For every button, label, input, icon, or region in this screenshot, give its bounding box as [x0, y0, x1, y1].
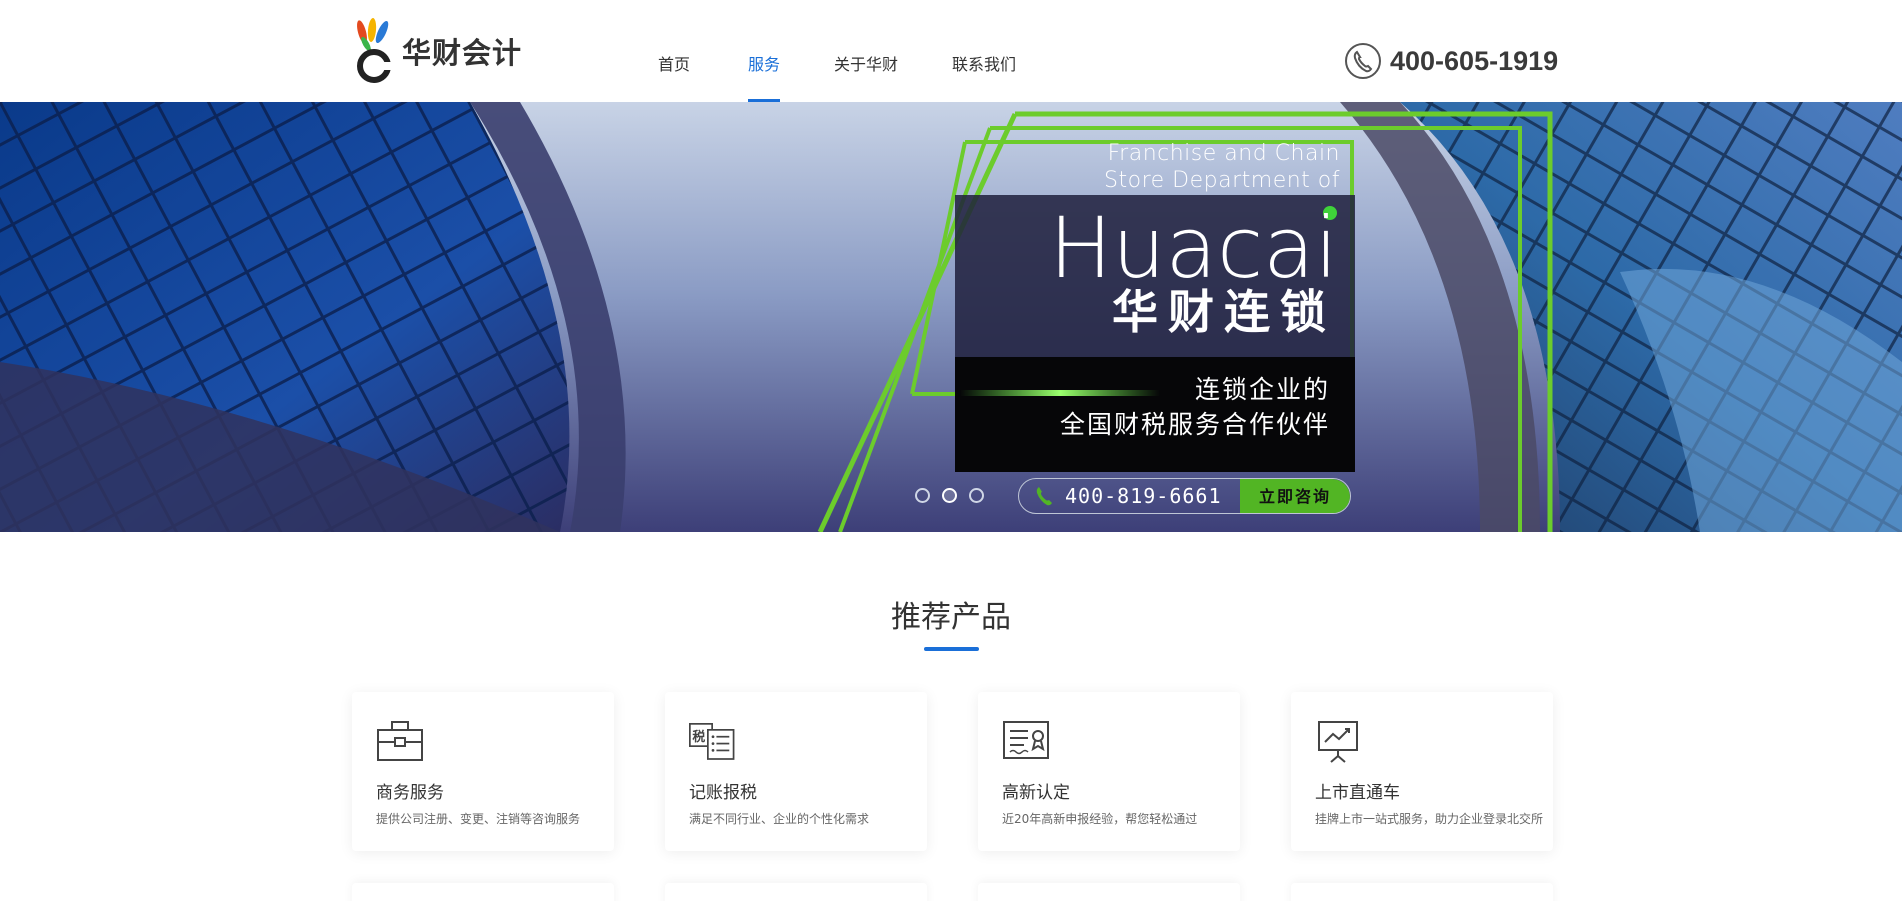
main-nav: 首页 服务 关于华财 联系我们 — [640, 0, 1034, 102]
product-card-high-tech[interactable]: 高新认定 近20年高新申报经验，帮您轻松通过 — [978, 692, 1240, 851]
briefcase-icon — [377, 721, 423, 761]
banner-franchise-line2: Store Department of — [1104, 168, 1340, 193]
product-card-row2-2[interactable] — [665, 883, 927, 901]
product-card-ipo[interactable]: 上市直通车 挂牌上市一站式服务，助力企业登录北交所 — [1291, 692, 1553, 851]
banner-background — [0, 102, 1902, 532]
consult-now-button[interactable]: 立即咨询 — [1240, 479, 1350, 513]
certificate-icon — [1003, 721, 1049, 759]
product-title: 高新认定 — [1002, 783, 1070, 803]
hotline-number: 400-605-1919 — [1390, 45, 1559, 76]
phone-icon — [1036, 487, 1052, 506]
carousel-dot-1[interactable] — [915, 488, 930, 503]
logo[interactable]: 华财会计 — [350, 18, 522, 84]
nav-services[interactable]: 服务 — [730, 0, 798, 102]
product-desc: 挂牌上市一站式服务，助力企业登录北交所 — [1315, 812, 1544, 826]
product-card-row2-3[interactable] — [978, 883, 1240, 901]
banner-slogan-line2: 全国财税服务合作伙伴 — [1059, 410, 1330, 439]
site-header: 华财会计 首页 服务 关于华财 联系我们 400-605-1919 — [0, 0, 1902, 102]
svg-text:税: 税 — [692, 729, 705, 745]
tax-ledger-icon: 税 — [689, 723, 735, 760]
product-card-row2-4[interactable] — [1291, 883, 1553, 901]
product-desc: 满足不同行业、企业的个性化需求 — [689, 812, 870, 826]
product-card-bookkeeping[interactable]: 税 记账报税 满足不同行业、企业的个性化需求 — [665, 692, 927, 851]
header-hotline[interactable]: 400-605-1919 — [1344, 42, 1558, 80]
product-title: 商务服务 — [376, 783, 444, 803]
logo-text: 华财会计 — [402, 36, 523, 70]
banner-consult-bar: 400-819-6661 立即咨询 — [1018, 478, 1351, 514]
phone-icon — [1345, 43, 1381, 79]
product-desc: 提供公司注册、变更、注销等咨询服务 — [376, 812, 581, 826]
nav-contact[interactable]: 联系我们 — [934, 0, 1034, 102]
nav-home[interactable]: 首页 — [640, 0, 708, 102]
carousel-dot-2[interactable] — [942, 488, 957, 503]
product-card-row2-1[interactable] — [352, 883, 614, 901]
carousel-dots — [915, 488, 996, 503]
banner-franchise-line1: Franchise and Chain — [1107, 141, 1340, 166]
logo-mark-icon — [357, 18, 394, 83]
banner-brand-cn: 华财连锁 — [1112, 285, 1336, 339]
product-desc: 近20年高新申报经验，帮您轻松通过 — [1002, 812, 1198, 826]
section-title: 推荐产品 — [891, 600, 1011, 635]
section-title-underline — [924, 647, 979, 651]
product-card-business[interactable]: 商务服务 提供公司注册、变更、注销等咨询服务 — [352, 692, 614, 851]
banner-slogan-line1: 连锁企业的 — [1194, 375, 1330, 404]
product-title: 上市直通车 — [1315, 783, 1400, 803]
product-title: 记账报税 — [689, 783, 757, 803]
hero-banner: Franchise and Chain Store Department of … — [0, 102, 1902, 532]
banner-phone-number: 400-819-6661 — [1065, 484, 1222, 508]
presentation-chart-icon — [1318, 721, 1358, 763]
nav-about[interactable]: 关于华财 — [816, 0, 916, 102]
carousel-dot-3[interactable] — [969, 488, 984, 503]
